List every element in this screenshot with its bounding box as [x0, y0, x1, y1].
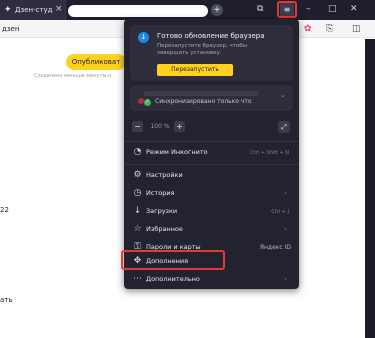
minimize-icon[interactable]: – — [306, 3, 311, 15]
menu-divider — [124, 164, 299, 165]
new-tab-button[interactable]: + — [211, 4, 223, 16]
sync-check-icon: ✓ — [144, 99, 151, 106]
menu-item-downloads[interactable]: ↓ Загрузки Ctrl + J — [124, 203, 299, 220]
menu-item-label: Избранное — [146, 225, 183, 233]
update-description: Перезапустите браузер, чтобы завершить у… — [157, 43, 248, 56]
browser-main-menu: ↓ Готово обновление браузера Перезапусти… — [124, 19, 299, 289]
tab-dzen-studio[interactable]: ✦ Дзен-студ × — [0, 0, 66, 20]
chevron-down-icon[interactable]: ⌄ — [280, 91, 286, 100]
gear-icon: ⚙ — [133, 170, 142, 180]
menu-item-label: Дополнительно — [146, 275, 200, 283]
toolbar-label: дзен — [2, 25, 20, 33]
tab-favicon-icon: ✦ — [4, 5, 12, 15]
star-icon: ☆ — [133, 224, 142, 234]
update-card: ↓ Готово обновление браузера Перезапусти… — [130, 25, 293, 81]
browser-titlebar: ✦ Дзен-студ × + ⧉ ≡ – □ ✕ — [0, 0, 375, 20]
page-right-strip — [365, 39, 375, 338]
menu-item-favorites[interactable]: ☆ Избранное › — [124, 221, 299, 238]
clock-icon: ◷ — [133, 188, 142, 198]
download-arrow-icon: ↓ — [138, 32, 149, 43]
restart-button[interactable]: Перезапустить — [157, 64, 233, 76]
profile-icon[interactable]: ◫ — [352, 23, 361, 35]
account-name-placeholder — [144, 91, 259, 96]
chevron-right-icon: › — [284, 275, 287, 283]
menu-item-label: Настройки — [146, 171, 183, 179]
sync-status-text: Синхронизировано только что — [155, 98, 252, 105]
menu-item-incognito[interactable]: ◔ Режим Инкогнито Ctrl + Shift + N — [124, 144, 299, 161]
fullscreen-button[interactable]: ⤢ — [278, 121, 290, 133]
download-icon: ↓ — [133, 206, 142, 216]
screen: ✦ Дзен-студ × + ⧉ ≡ – □ ✕ дзен ✿ ⎘ ◫ Опу… — [0, 0, 375, 338]
menu-item-more[interactable]: ⋯ Дополнительно › — [124, 271, 299, 288]
menu-item-label: История — [146, 189, 175, 197]
menu-divider — [124, 141, 299, 142]
extensions-highlight — [121, 250, 225, 270]
zoom-out-button[interactable]: − — [132, 121, 143, 132]
zoom-value: 100 % — [150, 123, 170, 130]
menu-button-highlight — [277, 1, 297, 18]
tab-title: Дзен-студ — [15, 6, 53, 14]
extension-icon[interactable]: ✿ — [304, 23, 312, 35]
update-title: Готово обновление браузера — [157, 32, 265, 40]
page-fragment-year: 22 — [0, 206, 9, 214]
maximize-icon[interactable]: □ — [328, 3, 337, 15]
menu-item-shortcut: Ctrl + Shift + N — [250, 150, 289, 156]
zoom-controls: − 100 % + ⤢ — [130, 120, 293, 134]
menu-item-label: Режим Инкогнито — [146, 148, 208, 156]
tabs-manager-icon[interactable]: ⧉ — [257, 3, 263, 15]
menu-item-label: Загрузки — [146, 207, 178, 215]
chevron-right-icon: › — [284, 225, 287, 233]
share-icon[interactable]: ⎘ — [326, 23, 333, 35]
menu-item-history[interactable]: ◷ История › — [124, 185, 299, 202]
address-bar[interactable] — [68, 5, 208, 17]
close-window-icon[interactable]: ✕ — [350, 3, 358, 15]
yandex-id-badge: Яндекс ID — [259, 244, 291, 251]
zoom-in-button[interactable]: + — [174, 121, 185, 132]
publish-button[interactable]: Опубликоват — [66, 54, 126, 70]
incognito-icon: ◔ — [133, 147, 142, 157]
menu-item-settings[interactable]: ⚙ Настройки — [124, 167, 299, 184]
sync-card[interactable]: ✓ Синхронизировано только что ⌄ — [130, 85, 293, 111]
close-tab-icon[interactable]: × — [55, 4, 63, 14]
more-icon: ⋯ — [133, 274, 142, 284]
menu-item-shortcut: Ctrl + J — [271, 209, 289, 215]
chevron-right-icon: › — [284, 189, 287, 197]
page-fragment-word: ать — [0, 296, 13, 304]
